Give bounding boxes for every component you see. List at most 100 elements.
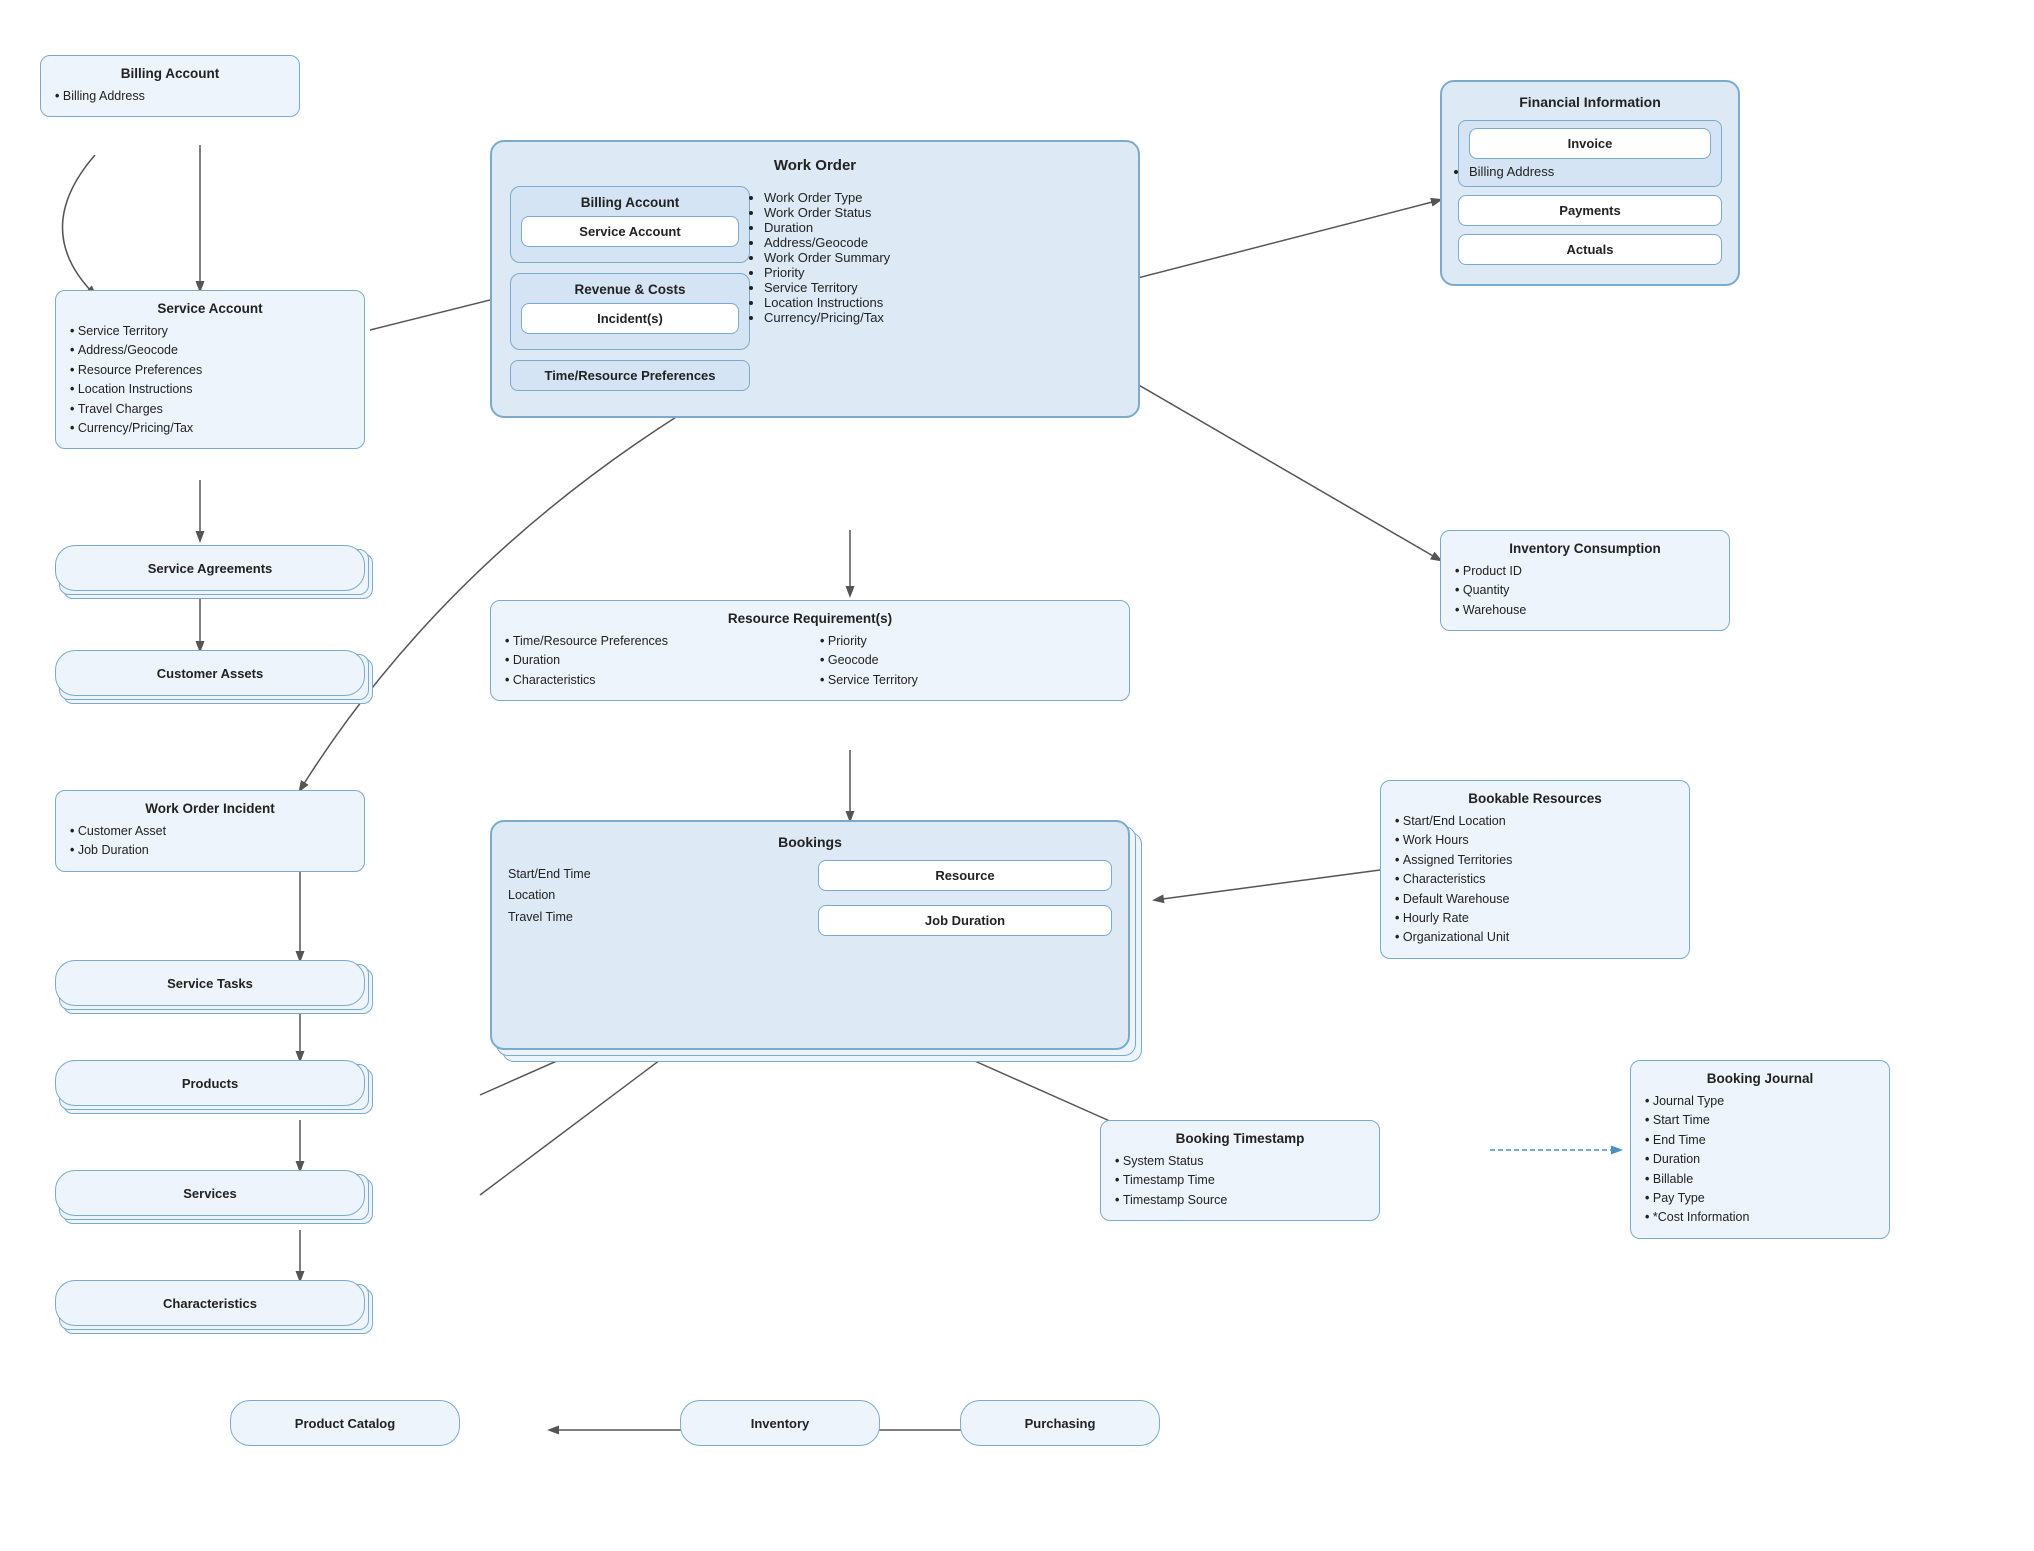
rr-c1-item-1: Time/Resource Preferences bbox=[505, 632, 800, 651]
wo-item-3: Duration bbox=[764, 220, 1120, 235]
bookings-left-item-3: Travel Time bbox=[508, 907, 802, 928]
rr-c2-item-1: Priority bbox=[820, 632, 1115, 651]
customer-assets-box: Customer Assets bbox=[55, 650, 365, 696]
rr-col2-list: Priority Geocode Service Territory bbox=[820, 632, 1115, 690]
financial-info-title: Financial Information bbox=[1458, 94, 1722, 110]
ic-item-1: Product ID bbox=[1455, 562, 1715, 581]
bookable-resources-list: Start/End Location Work Hours Assigned T… bbox=[1395, 812, 1675, 948]
characteristics-box: Characteristics bbox=[55, 1280, 365, 1326]
financial-actuals-label: Actuals bbox=[1458, 234, 1722, 265]
service-tasks-stack: Service Tasks bbox=[55, 960, 365, 1006]
invoice-item-1: Billing Address bbox=[1469, 164, 1711, 179]
service-tasks-box: Service Tasks bbox=[55, 960, 365, 1006]
bj-item-7: *Cost Information bbox=[1645, 1208, 1875, 1227]
br-item-7: Organizational Unit bbox=[1395, 928, 1675, 947]
woi-item-1: Customer Asset bbox=[70, 822, 350, 841]
wo-item-8: Location Instructions bbox=[764, 295, 1120, 310]
inventory-pill: Inventory bbox=[680, 1400, 880, 1446]
bj-item-5: Billable bbox=[1645, 1170, 1875, 1189]
service-account-title: Service Account bbox=[70, 301, 350, 316]
inventory-label: Inventory bbox=[751, 1416, 810, 1431]
bj-item-2: Start Time bbox=[1645, 1111, 1875, 1130]
bt-item-2: Timestamp Time bbox=[1115, 1171, 1365, 1190]
products-box: Products bbox=[55, 1060, 365, 1106]
br-item-3: Assigned Territories bbox=[1395, 851, 1675, 870]
sa-item-3: Resource Preferences bbox=[70, 361, 350, 380]
bj-item-6: Pay Type bbox=[1645, 1189, 1875, 1208]
booking-timestamp-title: Booking Timestamp bbox=[1115, 1131, 1365, 1146]
service-account-list: Service Territory Address/Geocode Resour… bbox=[70, 322, 350, 438]
work-order-outer-box: Work Order Billing Account Service Accou… bbox=[490, 140, 1140, 418]
billing-account-top-list: Billing Address bbox=[55, 87, 285, 106]
services-stack: Services bbox=[55, 1170, 365, 1216]
resource-requirements-box: Resource Requirement(s) Time/Resource Pr… bbox=[490, 600, 1130, 701]
purchasing-label: Purchasing bbox=[1025, 1416, 1096, 1431]
work-order-incident-box: Work Order Incident Customer Asset Job D… bbox=[55, 790, 365, 872]
br-item-2: Work Hours bbox=[1395, 831, 1675, 850]
customer-assets-label: Customer Assets bbox=[157, 666, 263, 681]
purchasing-pill: Purchasing bbox=[960, 1400, 1160, 1446]
financial-info-box: Financial Information Invoice Billing Ad… bbox=[1440, 80, 1740, 286]
financial-payments-label: Payments bbox=[1458, 195, 1722, 226]
bt-item-1: System Status bbox=[1115, 1152, 1365, 1171]
product-catalog-pill: Product Catalog bbox=[230, 1400, 460, 1446]
bookings-left-item-2: Location bbox=[508, 885, 802, 906]
br-item-5: Default Warehouse bbox=[1395, 890, 1675, 909]
wo-item-6: Priority bbox=[764, 265, 1120, 280]
rr-c1-item-2: Duration bbox=[505, 651, 800, 670]
inventory-consumption-list: Product ID Quantity Warehouse bbox=[1455, 562, 1715, 620]
booking-journal-list: Journal Type Start Time End Time Duratio… bbox=[1645, 1092, 1875, 1228]
wo-item-7: Service Territory bbox=[764, 280, 1120, 295]
billing-account-top-box: Billing Account Billing Address bbox=[40, 55, 300, 117]
booking-journal-title: Booking Journal bbox=[1645, 1071, 1875, 1086]
wo-item-9: Currency/Pricing/Tax bbox=[764, 310, 1120, 325]
wo-item-1: Work Order Type bbox=[764, 190, 1120, 205]
work-order-incident-title: Work Order Incident bbox=[70, 801, 350, 816]
wo-incidents-inner: Incident(s) bbox=[521, 303, 739, 334]
service-account-box: Service Account Service Territory Addres… bbox=[55, 290, 365, 449]
booking-timestamp-box: Booking Timestamp System Status Timestam… bbox=[1100, 1120, 1380, 1221]
sa-item-2: Address/Geocode bbox=[70, 341, 350, 360]
work-order-title: Work Order bbox=[510, 157, 1120, 174]
wo-revenue-costs-label: Revenue & Costs bbox=[521, 282, 739, 297]
bookable-resources-box: Bookable Resources Start/End Location Wo… bbox=[1380, 780, 1690, 959]
inventory-consumption-box: Inventory Consumption Product ID Quantit… bbox=[1440, 530, 1730, 631]
rr-c2-item-2: Geocode bbox=[820, 651, 1115, 670]
bookings-job-duration-box: Job Duration bbox=[818, 905, 1112, 936]
service-agreements-box: Service Agreements bbox=[55, 545, 365, 591]
ic-item-3: Warehouse bbox=[1455, 601, 1715, 620]
bookings-left-item-1: Start/End Time bbox=[508, 864, 802, 885]
characteristics-label: Characteristics bbox=[163, 1296, 257, 1311]
rr-c1-item-3: Characteristics bbox=[505, 671, 800, 690]
characteristics-stack: Characteristics bbox=[55, 1280, 365, 1326]
sa-item-4: Location Instructions bbox=[70, 380, 350, 399]
billing-account-top-title: Billing Account bbox=[55, 66, 285, 81]
work-order-items-list: Work Order Type Work Order Status Durati… bbox=[764, 190, 1120, 325]
billing-account-top-item-1: Billing Address bbox=[55, 87, 285, 106]
wo-time-resource-prefs: Time/Resource Preferences bbox=[510, 360, 750, 391]
bookings-resource-box: Resource bbox=[818, 860, 1112, 891]
product-catalog-label: Product Catalog bbox=[295, 1416, 395, 1431]
booking-timestamp-list: System Status Timestamp Time Timestamp S… bbox=[1115, 1152, 1365, 1210]
booking-journal-box: Booking Journal Journal Type Start Time … bbox=[1630, 1060, 1890, 1239]
br-item-4: Characteristics bbox=[1395, 870, 1675, 889]
customer-assets-stack: Customer Assets bbox=[55, 650, 365, 696]
bookings-title: Bookings bbox=[508, 834, 1112, 850]
bookings-stack-container: Bookings Start/End Time Location Travel … bbox=[490, 820, 1130, 1050]
ic-item-2: Quantity bbox=[1455, 581, 1715, 600]
br-item-1: Start/End Location bbox=[1395, 812, 1675, 831]
bj-item-1: Journal Type bbox=[1645, 1092, 1875, 1111]
diagram: Billing Account Billing Address Service … bbox=[0, 0, 2034, 1551]
bookable-resources-title: Bookable Resources bbox=[1395, 791, 1675, 806]
products-label: Products bbox=[182, 1076, 238, 1091]
br-item-6: Hourly Rate bbox=[1395, 909, 1675, 928]
resource-requirements-title: Resource Requirement(s) bbox=[505, 611, 1115, 626]
wo-service-account-inner: Service Account bbox=[521, 216, 739, 247]
service-agreements-stack: Service Agreements bbox=[55, 545, 365, 591]
bt-item-3: Timestamp Source bbox=[1115, 1191, 1365, 1210]
work-order-incident-list: Customer Asset Job Duration bbox=[70, 822, 350, 861]
inventory-consumption-title: Inventory Consumption bbox=[1455, 541, 1715, 556]
rr-c2-item-3: Service Territory bbox=[820, 671, 1115, 690]
wo-item-5: Work Order Summary bbox=[764, 250, 1120, 265]
financial-invoice-list: Billing Address bbox=[1469, 164, 1711, 179]
